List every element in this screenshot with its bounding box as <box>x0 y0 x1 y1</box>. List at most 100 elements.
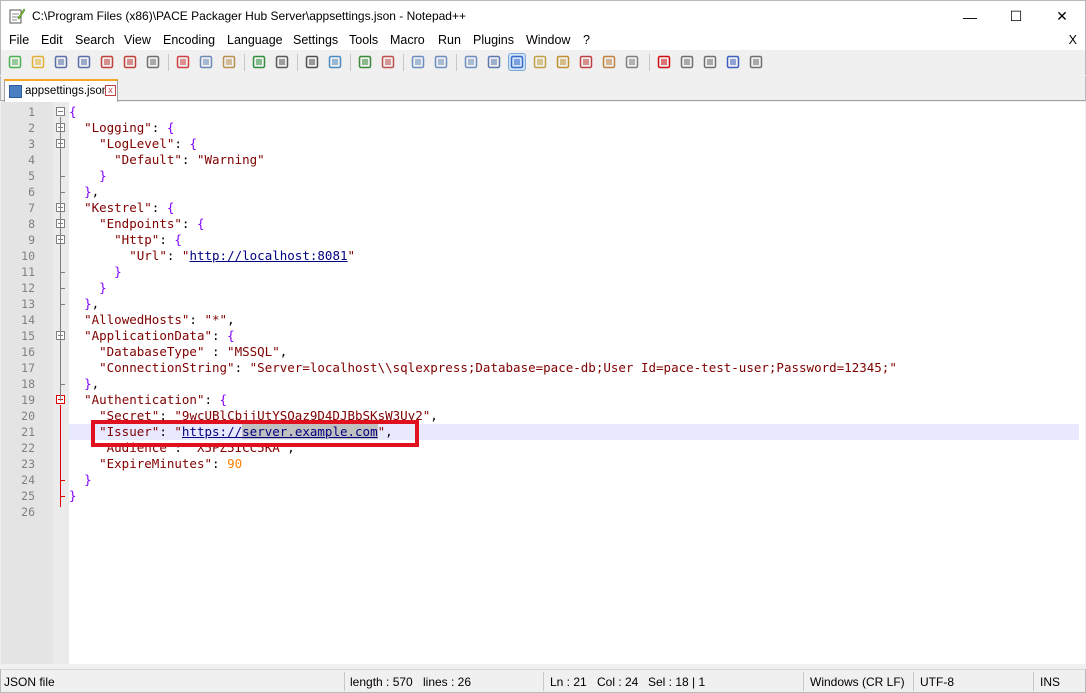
user-lang-icon[interactable] <box>532 54 548 70</box>
fold-toggle-icon[interactable] <box>56 107 65 116</box>
code-line[interactable]: }, <box>69 376 99 392</box>
menu-file[interactable]: File <box>9 33 29 47</box>
menu-help[interactable]: ? <box>583 33 590 47</box>
word-wrap-icon[interactable] <box>463 54 479 70</box>
status-encoding[interactable]: UTF-8 <box>920 675 954 689</box>
doc-map-icon[interactable] <box>555 54 571 70</box>
code-area[interactable]: { "Logging": { "LogLevel": { "Default": … <box>69 102 1079 664</box>
record-macro-icon[interactable] <box>656 54 672 70</box>
code-line[interactable]: { <box>69 104 77 120</box>
save-icon[interactable] <box>53 54 69 70</box>
monitoring-icon[interactable] <box>624 54 640 70</box>
menu-encoding[interactable]: Encoding <box>163 33 215 47</box>
toolbar-separator <box>168 54 169 71</box>
menu-plugins[interactable]: Plugins <box>473 33 514 47</box>
code-line[interactable]: "Kestrel": { <box>69 200 174 216</box>
code-line[interactable]: "Default": "Warning" <box>69 152 265 168</box>
menu-language[interactable]: Language <box>227 33 283 47</box>
code-line[interactable]: "LogLevel": { <box>69 136 197 152</box>
fold-margin[interactable] <box>53 102 69 664</box>
indent-guide-icon[interactable] <box>508 53 526 71</box>
code-line[interactable]: } <box>69 280 107 296</box>
menu-window[interactable]: Window <box>526 33 570 47</box>
code-line[interactable]: } <box>69 488 77 504</box>
save-macro-icon[interactable] <box>748 54 764 70</box>
print-icon[interactable] <box>145 54 161 70</box>
folder-workspace-icon[interactable] <box>601 54 617 70</box>
code-line[interactable]: "ExpireMinutes": 90 <box>69 456 242 472</box>
function-list-icon[interactable] <box>578 54 594 70</box>
line-number: 2 <box>28 121 35 135</box>
open-file-icon[interactable] <box>30 54 46 70</box>
minimize-icon: — <box>963 8 977 25</box>
code-line[interactable]: "AllowedHosts": "*", <box>69 312 235 328</box>
close-icon[interactable] <box>99 54 115 70</box>
code-line[interactable]: "ApplicationData": { <box>69 328 235 344</box>
status-eol[interactable]: Windows (CR LF) <box>810 675 905 689</box>
fold-end <box>60 304 65 305</box>
code-line[interactable]: "DatabaseType" : "MSSQL", <box>69 344 287 360</box>
code-line[interactable]: "Endpoints": { <box>69 216 204 232</box>
line-number: 20 <box>21 409 35 423</box>
cut-icon[interactable] <box>175 54 191 70</box>
code-line[interactable]: "Authentication": { <box>69 392 227 408</box>
menu-run[interactable]: Run <box>438 33 461 47</box>
status-insert-mode[interactable]: INS <box>1040 675 1060 689</box>
window-title: C:\Program Files (x86)\PACE Packager Hub… <box>32 9 466 23</box>
code-line[interactable]: "Url": "http://localhost:8081" <box>69 248 355 264</box>
sync-vertical-icon[interactable] <box>410 54 426 70</box>
line-number: 17 <box>21 361 35 375</box>
code-line[interactable]: }, <box>69 184 99 200</box>
redo-icon[interactable] <box>274 54 290 70</box>
maximize-icon: ☐ <box>1009 8 1023 24</box>
title-bar: C:\Program Files (x86)\PACE Packager Hub… <box>0 0 1086 31</box>
line-number: 1 <box>28 105 35 119</box>
saved-file-icon <box>9 85 22 98</box>
code-line[interactable]: } <box>69 168 107 184</box>
save-all-icon[interactable] <box>76 54 92 70</box>
sync-horizontal-icon[interactable] <box>433 54 449 70</box>
tab-appsettings[interactable]: appsettings.json x <box>4 79 118 102</box>
undo-icon[interactable] <box>251 54 267 70</box>
menu-view[interactable]: View <box>124 33 151 47</box>
menu-settings[interactable]: Settings <box>293 33 338 47</box>
tab-close-icon[interactable]: x <box>105 85 116 96</box>
find-icon[interactable] <box>304 54 320 70</box>
maximize-button[interactable]: ☐ <box>993 1 1039 32</box>
line-number: 25 <box>21 489 35 503</box>
vertical-scrollbar[interactable] <box>1079 102 1085 664</box>
status-bar: JSON file length : 570 lines : 26 Ln : 2… <box>0 669 1086 693</box>
close-window-button[interactable]: ✕ <box>1039 1 1085 32</box>
run-macro-multiple-icon[interactable] <box>725 54 741 70</box>
menu-edit[interactable]: Edit <box>41 33 63 47</box>
code-line[interactable]: "ConnectionString": "Server=localhost\\s… <box>69 360 897 376</box>
zoom-in-icon[interactable] <box>357 54 373 70</box>
replace-icon[interactable] <box>327 54 343 70</box>
line-number: 5 <box>28 169 35 183</box>
show-all-chars-icon[interactable] <box>486 54 502 70</box>
stop-macro-icon[interactable] <box>679 54 695 70</box>
menu-search[interactable]: Search <box>75 33 115 47</box>
close-document-button[interactable]: X <box>1069 33 1077 47</box>
line-number: 26 <box>21 505 35 519</box>
fold-guide <box>60 405 61 507</box>
fold-guide <box>60 117 61 401</box>
minimize-button[interactable]: — <box>947 1 993 32</box>
new-file-icon[interactable] <box>7 54 23 70</box>
paste-icon[interactable] <box>221 54 237 70</box>
menu-tools[interactable]: Tools <box>349 33 378 47</box>
editor[interactable]: 1 2 3 4 5 6 7 8 9 10 11 12 13 14 15 16 17 18 19 20 21 22 23 24 2… <box>1 102 1085 664</box>
code-line[interactable]: } <box>69 472 92 488</box>
play-macro-icon[interactable] <box>702 54 718 70</box>
menu-macro[interactable]: Macro <box>390 33 425 47</box>
code-line[interactable]: }, <box>69 296 99 312</box>
close-all-icon[interactable] <box>122 54 138 70</box>
line-number: 4 <box>28 153 35 167</box>
code-line[interactable]: "Http": { <box>69 232 182 248</box>
status-file-type: JSON file <box>4 675 55 689</box>
zoom-out-icon[interactable] <box>380 54 396 70</box>
copy-icon[interactable] <box>198 54 214 70</box>
code-line[interactable]: "Logging": { <box>69 120 174 136</box>
code-line[interactable]: } <box>69 264 122 280</box>
fold-end <box>60 384 65 385</box>
